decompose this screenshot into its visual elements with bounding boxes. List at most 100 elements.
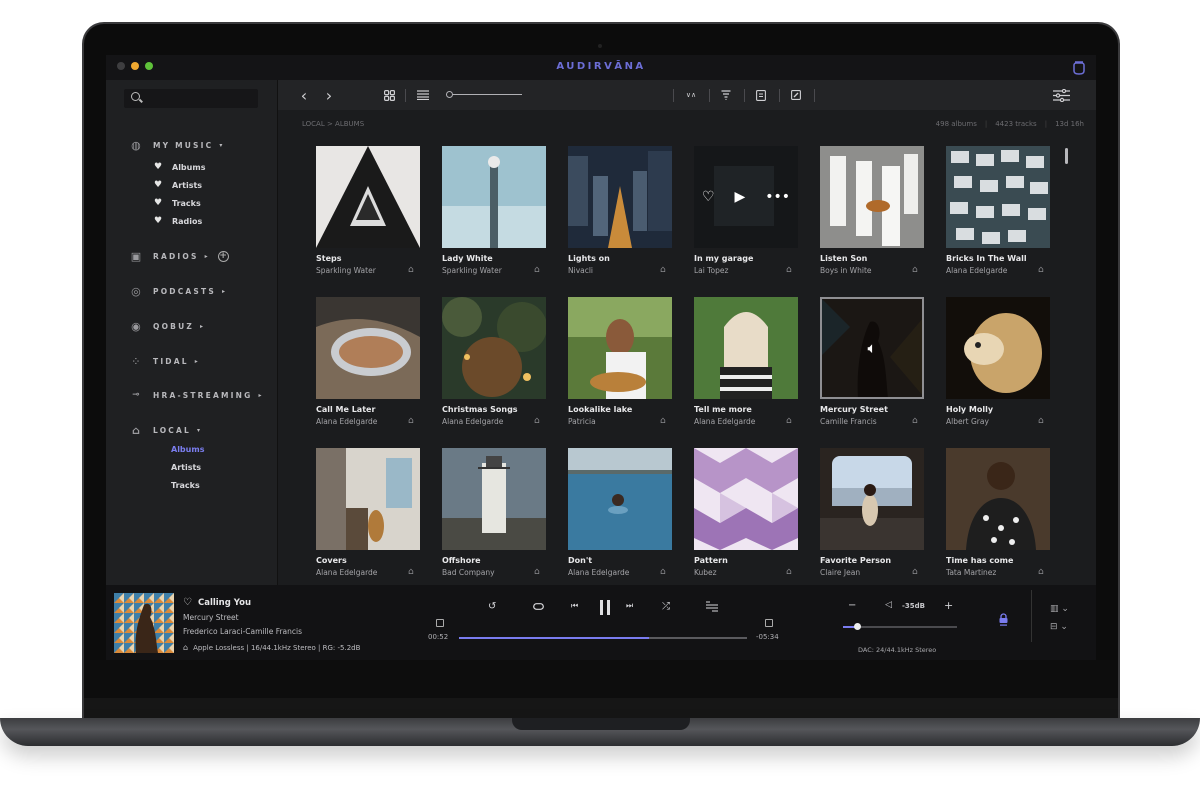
album-artist[interactable]: Alana Edelgarde (568, 568, 629, 577)
album-tile[interactable]: Lights on Nivacli ⌂ (568, 146, 672, 278)
album-artist[interactable]: Alana Edelgarde (316, 417, 377, 426)
sidebar-item-favorite-artists[interactable]: ♥ Artists (154, 178, 202, 192)
search-input[interactable] (146, 89, 254, 108)
album-tile[interactable]: Favorite Person Claire Jean ⌂ (820, 448, 924, 580)
album-cover[interactable] (316, 297, 420, 399)
sidebar-item-local-artists[interactable]: Artists (171, 463, 201, 477)
album-cover[interactable] (316, 146, 420, 248)
album-title[interactable]: Call Me Later (316, 405, 375, 414)
album-title[interactable]: Favorite Person (820, 556, 891, 565)
album-cover[interactable] (442, 448, 546, 550)
stop-after-icon[interactable] (765, 619, 773, 627)
sidebar-item-favorite-albums[interactable]: ♥ Albums (154, 160, 205, 174)
previous-icon[interactable]: ⏮ (571, 599, 578, 613)
sidebar-section-local[interactable]: ⌂ LOCAL ▾ (130, 422, 200, 438)
album-tile[interactable]: Lady White Sparkling Water ⌂ (442, 146, 546, 278)
sidebar-section-tidal[interactable]: ⁘ TIDAL ▸ (130, 353, 198, 369)
album-title[interactable]: Christmas Songs (442, 405, 518, 414)
album-artist[interactable]: Alana Edelgarde (946, 266, 1007, 275)
sort-button[interactable]: ∨∧ (683, 87, 699, 103)
scrollbar[interactable] (1065, 148, 1068, 164)
album-cover[interactable] (820, 146, 924, 248)
queue-icon[interactable] (706, 599, 718, 613)
sidebar-section-my-music[interactable]: ◍ MY MUSIC ▾ (130, 137, 222, 153)
sidebar-item-local-albums[interactable]: Albums (171, 445, 204, 459)
album-artist[interactable]: Alana Edelgarde (442, 417, 503, 426)
album-tile[interactable]: Christmas Songs Alana Edelgarde ⌂ (442, 297, 546, 429)
album-artist[interactable]: Claire Jean (820, 568, 860, 577)
next-icon[interactable]: ⏭ (626, 599, 633, 613)
zoom-slider[interactable] (446, 94, 522, 95)
album-title[interactable]: Don't (568, 556, 592, 565)
volume-up-button[interactable]: + (944, 599, 953, 612)
sidebar-item-favorite-radios[interactable]: ♥ Radios (154, 214, 202, 228)
replay-icon[interactable]: ↺ (488, 599, 496, 613)
album-cover[interactable] (946, 448, 1050, 550)
now-playing-album[interactable]: Mercury Street (183, 613, 239, 622)
album-artist[interactable]: Lai Topez (694, 266, 728, 275)
album-tile[interactable]: Tell me more Alana Edelgarde ⌂ (694, 297, 798, 429)
album-artist[interactable]: Patricia (568, 417, 596, 426)
album-title[interactable]: Mercury Street (820, 405, 888, 414)
play-icon[interactable]: ▶ (735, 189, 746, 205)
pause-button[interactable] (599, 600, 611, 615)
settings-sliders-icon[interactable] (1052, 87, 1070, 103)
shuffle-icon[interactable]: ⤮ (662, 599, 670, 613)
album-cover[interactable] (694, 448, 798, 550)
album-artist[interactable]: Boys in White (820, 266, 872, 275)
album-artist[interactable]: Alana Edelgarde (316, 568, 377, 577)
plus-circle-icon[interactable]: + (217, 250, 229, 262)
volume-down-button[interactable]: − (848, 600, 856, 611)
sidebar-section-radios[interactable]: ▣ RADIOS ▸ + (130, 248, 229, 264)
album-title[interactable]: Bricks In The Wall (946, 254, 1027, 263)
album-artist[interactable]: Alana Edelgarde (694, 417, 755, 426)
now-playing-artwork[interactable] (114, 593, 174, 653)
album-title[interactable]: Steps (316, 254, 342, 263)
remote-icon[interactable] (1072, 59, 1086, 75)
album-title[interactable]: Lookalike lake (568, 405, 632, 414)
album-tile[interactable]: Don't Alana Edelgarde ⌂ (568, 448, 672, 580)
album-title[interactable]: In my garage (694, 254, 753, 263)
more-icon[interactable]: ••• (765, 189, 790, 205)
album-tile[interactable]: Covers Alana Edelgarde ⌂ (316, 448, 420, 580)
album-artist[interactable]: Sparkling Water (442, 266, 502, 275)
repeat-icon[interactable] (533, 599, 544, 613)
list-view-icon[interactable] (416, 87, 430, 103)
speaker-icon[interactable]: ◁ (885, 600, 892, 610)
album-artist[interactable]: Camille Francis (820, 417, 877, 426)
lock-icon[interactable] (999, 613, 1008, 629)
album-cover[interactable]: ♡ ▶ ••• (694, 146, 798, 248)
grid-view-icon[interactable] (382, 87, 396, 103)
seek-bar[interactable] (459, 637, 747, 639)
album-tile[interactable]: 🔈︎ Mercury Street Camille Francis ⌂ (820, 297, 924, 429)
album-tile[interactable]: Pattern Kubez ⌂ (694, 448, 798, 580)
output-device-icon[interactable]: ▥ ⌄ (1050, 604, 1069, 614)
album-artist[interactable]: Bad Company (442, 568, 495, 577)
album-tile[interactable]: ♡ ▶ ••• In my garage Lai Topez ⌂ (694, 146, 798, 278)
album-tile[interactable]: Listen Son Boys in White ⌂ (820, 146, 924, 278)
back-button[interactable]: ‹ (298, 86, 310, 105)
album-cover[interactable] (946, 146, 1050, 248)
sidebar-section-hra-streaming[interactable]: ⊸ HRA-STREAMING ▸ (130, 387, 261, 403)
filter-icon[interactable] (720, 87, 732, 103)
search-box[interactable] (124, 89, 258, 108)
album-title[interactable]: Pattern (694, 556, 728, 565)
sidebar-item-favorite-tracks[interactable]: ♥ Tracks (154, 196, 201, 210)
volume-slider[interactable] (843, 623, 957, 630)
album-tile[interactable]: Offshore Bad Company ⌂ (442, 448, 546, 580)
album-title[interactable]: Offshore (442, 556, 481, 565)
album-cover[interactable] (820, 448, 924, 550)
album-cover[interactable] (694, 297, 798, 399)
album-tile[interactable]: Call Me Later Alana Edelgarde ⌂ (316, 297, 420, 429)
album-cover[interactable] (316, 448, 420, 550)
album-tile[interactable]: Time has come Tata Martinez ⌂ (946, 448, 1050, 580)
notes-icon[interactable] (755, 87, 767, 103)
now-playing-artist[interactable]: Frederico Laraci-Camille Francis (183, 627, 302, 636)
album-cover[interactable] (442, 146, 546, 248)
album-tile[interactable]: Lookalike lake Patricia ⌂ (568, 297, 672, 429)
album-artist[interactable]: Nivacli (568, 266, 593, 275)
album-title[interactable]: Time has come (946, 556, 1013, 565)
audio-settings-icon[interactable]: ⊟ ⌄ (1050, 622, 1068, 632)
album-artist[interactable]: Sparkling Water (316, 266, 376, 275)
album-cover[interactable] (442, 297, 546, 399)
